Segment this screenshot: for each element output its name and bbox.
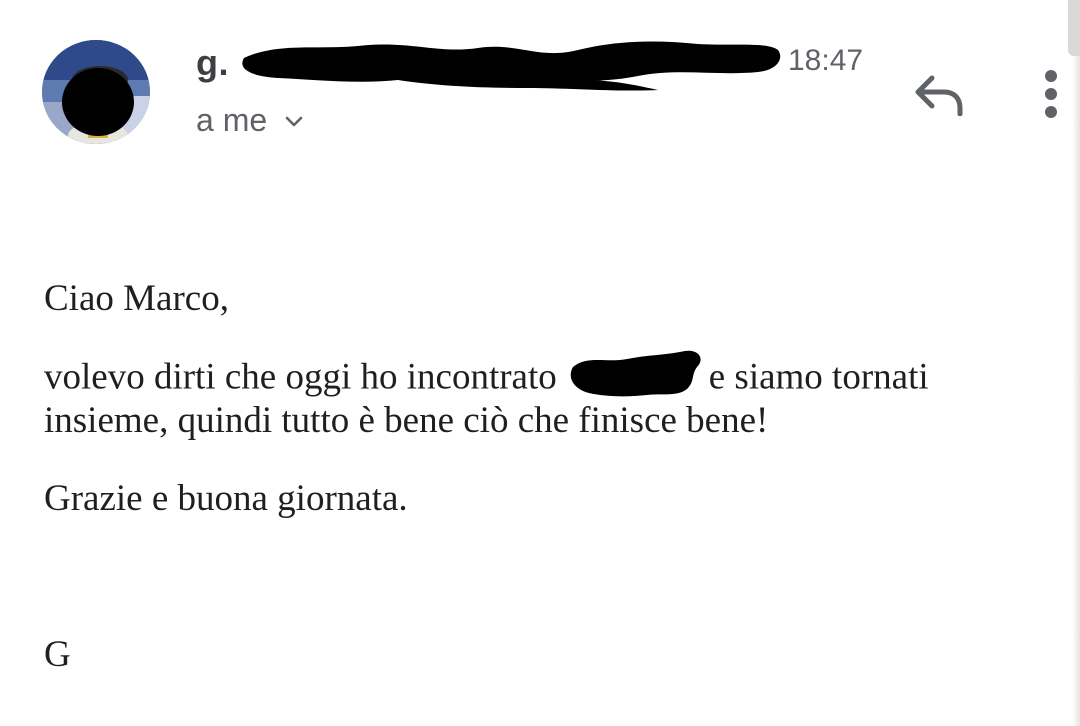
body-line-2: insieme, quindi tutto è bene ciò che fin… <box>44 400 769 441</box>
name-redaction <box>570 350 701 397</box>
reply-button[interactable] <box>904 64 970 124</box>
more-options-button[interactable] <box>1030 64 1072 124</box>
sender-name-redaction <box>242 41 781 91</box>
recipient-row[interactable]: a me <box>196 102 307 139</box>
body-line-1-end: e siamo tornati <box>708 356 929 398</box>
email-view: g. 18:47 a me Ciao Marco, volevo dirti c… <box>0 0 1080 726</box>
reply-icon <box>915 75 963 116</box>
sender-row: g. <box>196 36 229 90</box>
sender-avatar[interactable] <box>42 40 150 144</box>
closing-text: Grazie e buona giornata. <box>44 478 408 519</box>
scrollbar-thumb[interactable] <box>1068 0 1080 56</box>
avatar-image <box>42 40 150 144</box>
greeting-text: Ciao Marco, <box>44 278 229 319</box>
screen-edge <box>1072 0 1080 726</box>
body-line-1-start: volevo dirti che oggi ho incontrato <box>44 356 557 398</box>
recipient-label[interactable]: a me <box>196 102 267 139</box>
body-line-1: volevo dirti che oggi ho incontrato e sia… <box>44 350 929 405</box>
received-time: 18:47 <box>788 44 864 77</box>
more-vertical-icon <box>1045 70 1057 118</box>
face-redaction <box>62 68 134 136</box>
sender-name[interactable]: g. <box>196 42 229 84</box>
signature-text: G <box>44 634 71 675</box>
chevron-down-icon[interactable] <box>281 108 307 134</box>
